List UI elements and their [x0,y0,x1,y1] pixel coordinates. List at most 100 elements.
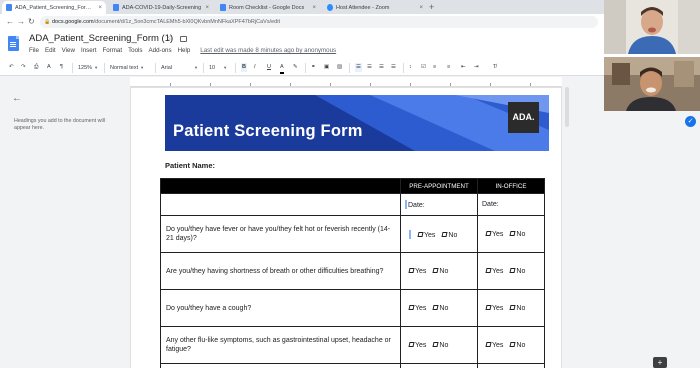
zoom-select[interactable]: 125% ▼ [78,63,98,73]
explore-button[interactable]: + [653,357,667,368]
document-title[interactable]: ADA_Patient_Screening_Form (1) [29,33,173,44]
redo-icon[interactable]: ↷ [21,63,26,72]
font-size-select[interactable]: 10 ▼ [209,63,227,73]
menu-view[interactable]: View [62,47,75,54]
undo-icon[interactable]: ↶ [9,63,14,72]
spellcheck-icon[interactable]: A [47,63,51,72]
tab-ada-patient-screening-form[interactable]: ADA_Patient_Screening_Form (1) × [2,1,106,14]
close-outline-arrow-icon[interactable]: ← [12,93,22,104]
close-icon[interactable]: × [98,5,102,11]
pre-appointment-answer-cell[interactable]: Yes No [400,252,478,290]
yes-option[interactable]: Yes [408,305,426,312]
in-office-answer-cell[interactable]: Yes No [477,326,545,364]
tab-ada-covid-daily-screening[interactable]: ADA-COVID-19-Daily-Screening × [109,1,213,14]
yes-option[interactable]: Yes [417,232,435,239]
question-cell[interactable]: Any other flu-like symptoms, such as gas… [160,326,401,364]
checkbox-icon[interactable] [485,231,492,236]
paint-format-icon[interactable]: ¶ [60,63,63,72]
justify-icon[interactable]: ☰ [391,63,396,72]
bold-button[interactable]: B [241,63,247,72]
in-office-answer-cell[interactable]: Yes No [477,215,545,253]
scrollbar[interactable] [565,87,569,127]
menu-tools[interactable]: Tools [128,47,142,54]
checklist-icon[interactable]: ☑ [421,63,426,72]
checkbox-icon[interactable] [408,305,415,310]
no-option[interactable]: No [432,305,448,312]
insert-link-icon[interactable]: ⚭ [311,63,316,72]
question-cell[interactable] [160,363,401,368]
style-select[interactable]: Normal text ▼ [110,63,144,73]
checkbox-icon[interactable] [408,268,415,273]
question-cell[interactable]: Do you/they have fever or have you/they … [160,215,401,253]
question-cell[interactable]: Do you/they have a cough? [160,289,401,327]
yes-option[interactable]: Yes [485,268,503,275]
checkbox-icon[interactable] [408,342,415,347]
menu-add-ons[interactable]: Add-ons [149,47,172,54]
yes-option[interactable]: Yes [485,231,503,238]
menu-edit[interactable]: Edit [45,47,56,54]
checkbox-icon[interactable] [485,305,492,310]
align-center-icon[interactable]: ☰ [367,63,372,72]
pre-appointment-answer-cell[interactable]: Yes No [400,215,478,253]
star-icon[interactable]: ☆ [167,34,173,42]
google-docs-logo-icon[interactable] [8,36,19,51]
in-office-answer-cell[interactable]: Yes No [477,252,545,290]
tasks-check-icon[interactable]: ✓ [685,116,696,127]
back-arrow-icon[interactable]: ← [6,17,14,26]
yes-option[interactable]: Yes [485,305,503,312]
checkbox-icon[interactable] [485,342,492,347]
italic-button[interactable]: I [254,63,256,72]
insert-image-icon[interactable]: ▨ [337,63,342,72]
menu-file[interactable]: File [29,47,39,54]
reload-icon[interactable]: ↻ [28,17,35,26]
no-option[interactable]: No [432,342,448,349]
menu-format[interactable]: Format [102,47,122,54]
yes-option[interactable]: Yes [485,342,503,349]
yes-option[interactable]: Yes [408,268,426,275]
checkbox-icon[interactable] [417,232,424,237]
close-icon[interactable]: × [312,5,316,11]
tab-room-checklist[interactable]: Room Checklist - Google Docs × [216,1,320,14]
no-option[interactable]: No [441,232,457,239]
address-input[interactable]: 🔒 docs.google.com/document/d/1z_5on3cmcTA… [40,16,598,28]
new-tab-icon[interactable]: + [429,2,434,12]
pre-appointment-answer-cell[interactable] [400,363,478,368]
close-icon[interactable]: × [205,5,209,11]
menu-help[interactable]: Help [178,47,191,54]
pre-appointment-date-cell[interactable]: Date: [400,193,478,216]
in-office-date-cell[interactable]: Date: [477,193,545,216]
clear-formatting-icon[interactable]: T̸ [493,63,496,72]
align-left-icon[interactable]: ☰ [355,63,362,72]
font-select[interactable]: Arial ▼ [161,63,198,73]
in-office-answer-cell[interactable] [477,363,545,368]
horizontal-ruler[interactable] [130,77,562,87]
underline-button[interactable]: U [267,63,271,72]
numbered-list-icon[interactable]: ≡ [433,63,436,72]
tab-host-attendee-zoom[interactable]: Host Attendee - Zoom × [323,1,427,14]
no-option[interactable]: No [509,268,525,275]
no-option[interactable]: No [432,268,448,275]
no-option[interactable]: No [509,305,525,312]
pre-appointment-answer-cell[interactable]: Yes No [400,289,478,327]
line-spacing-icon[interactable]: ↕ [409,63,412,72]
insert-comment-icon[interactable]: ▣ [324,63,329,72]
decrease-indent-icon[interactable]: ⇤ [461,63,466,72]
print-icon[interactable]: ⎙ [34,63,38,72]
menu-insert[interactable]: Insert [81,47,96,54]
move-folder-icon[interactable] [180,36,187,42]
checkbox-icon[interactable] [485,268,492,273]
date-row-blank-cell[interactable] [160,193,401,216]
no-option[interactable]: No [509,231,525,238]
in-office-answer-cell[interactable]: Yes No [477,289,545,327]
bulleted-list-icon[interactable]: ≡ [447,63,450,72]
highlight-icon[interactable]: ✎ [293,63,298,72]
no-option[interactable]: No [509,342,525,349]
yes-option[interactable]: Yes [408,342,426,349]
align-right-icon[interactable]: ☰ [379,63,384,72]
pre-appointment-answer-cell[interactable]: Yes No [400,326,478,364]
increase-indent-icon[interactable]: ⇥ [474,63,479,72]
question-cell[interactable]: Are you/they having shortness of breath … [160,252,401,290]
last-edit-link[interactable]: Last edit was made 8 minutes ago by anon… [200,47,336,54]
text-color-button[interactable]: A [280,63,284,74]
close-icon[interactable]: × [419,5,423,11]
